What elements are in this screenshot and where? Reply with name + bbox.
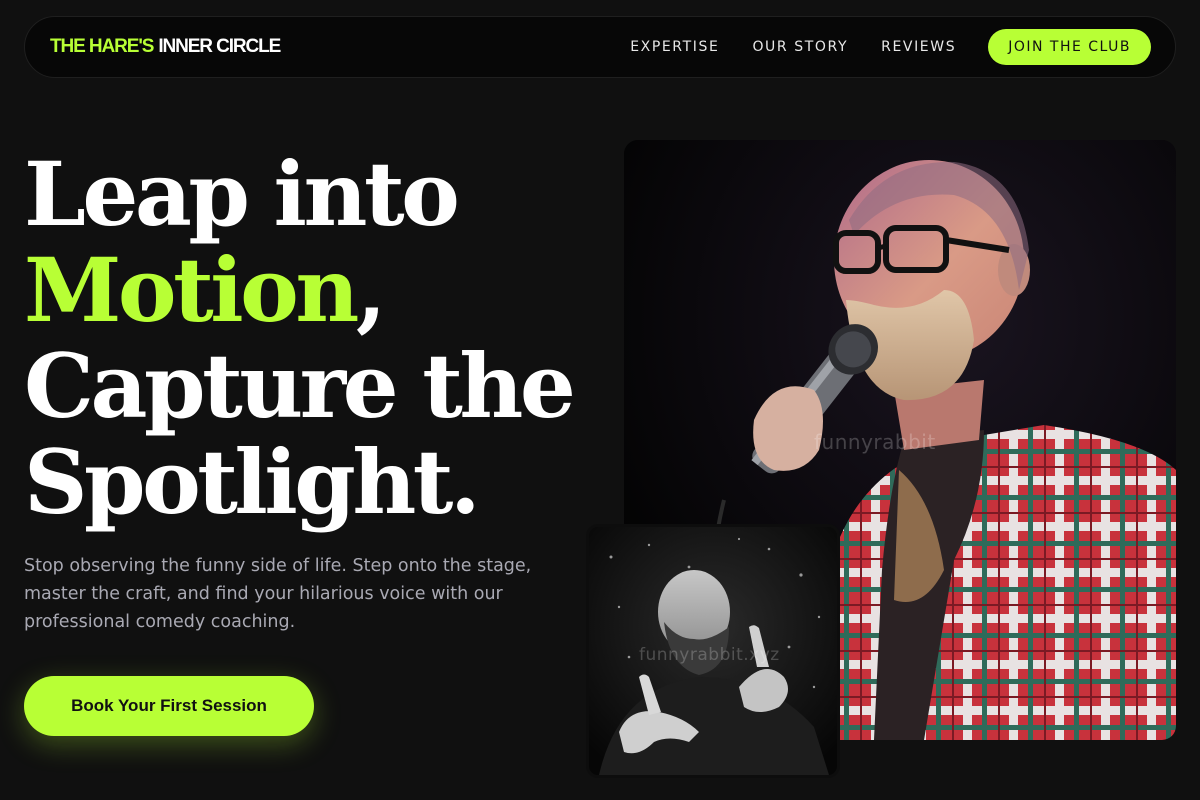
secondary-photo-watermark: funnyrabbit.xyz: [639, 645, 780, 665]
headline-line-4: Spotlight.: [24, 430, 481, 534]
headline-line-2: Motion,: [24, 242, 584, 338]
headline-accent-word: Motion: [24, 238, 359, 342]
top-nav: THE HARE'S INNER CIRCLE EXPERTISE OUR ST…: [24, 16, 1176, 78]
nav-link-our-story[interactable]: OUR STORY: [752, 39, 848, 55]
logo-accent-text: THE HARE'S: [50, 36, 154, 57]
headline-line-3: Capture the: [24, 334, 576, 438]
page: THE HARE'S INNER CIRCLE EXPERTISE OUR ST…: [0, 0, 1200, 800]
main-photo-watermark: funnyrabbit: [814, 430, 936, 454]
nav-link-expertise[interactable]: EXPERTISE: [630, 39, 719, 55]
nav-link-reviews[interactable]: REVIEWS: [881, 39, 956, 55]
brand-logo[interactable]: THE HARE'S INNER CIRCLE: [50, 36, 281, 58]
book-session-button[interactable]: Book Your First Session: [24, 676, 314, 736]
join-club-button[interactable]: JOIN THE CLUB: [988, 29, 1151, 65]
comedian-photo-secondary: funnyrabbit.xyz: [586, 524, 840, 778]
nav-links: EXPERTISE OUR STORY REVIEWS JOIN THE CLU…: [630, 29, 1151, 65]
logo-plain-text: INNER CIRCLE: [158, 36, 281, 57]
hero-subtext: Stop observing the funny side of life. S…: [24, 556, 532, 632]
hero-headline: Leap into Motion, Capture the Spotlight.: [24, 146, 584, 530]
headline-comma: ,: [355, 238, 387, 342]
headline-line-1: Leap into: [24, 142, 460, 246]
